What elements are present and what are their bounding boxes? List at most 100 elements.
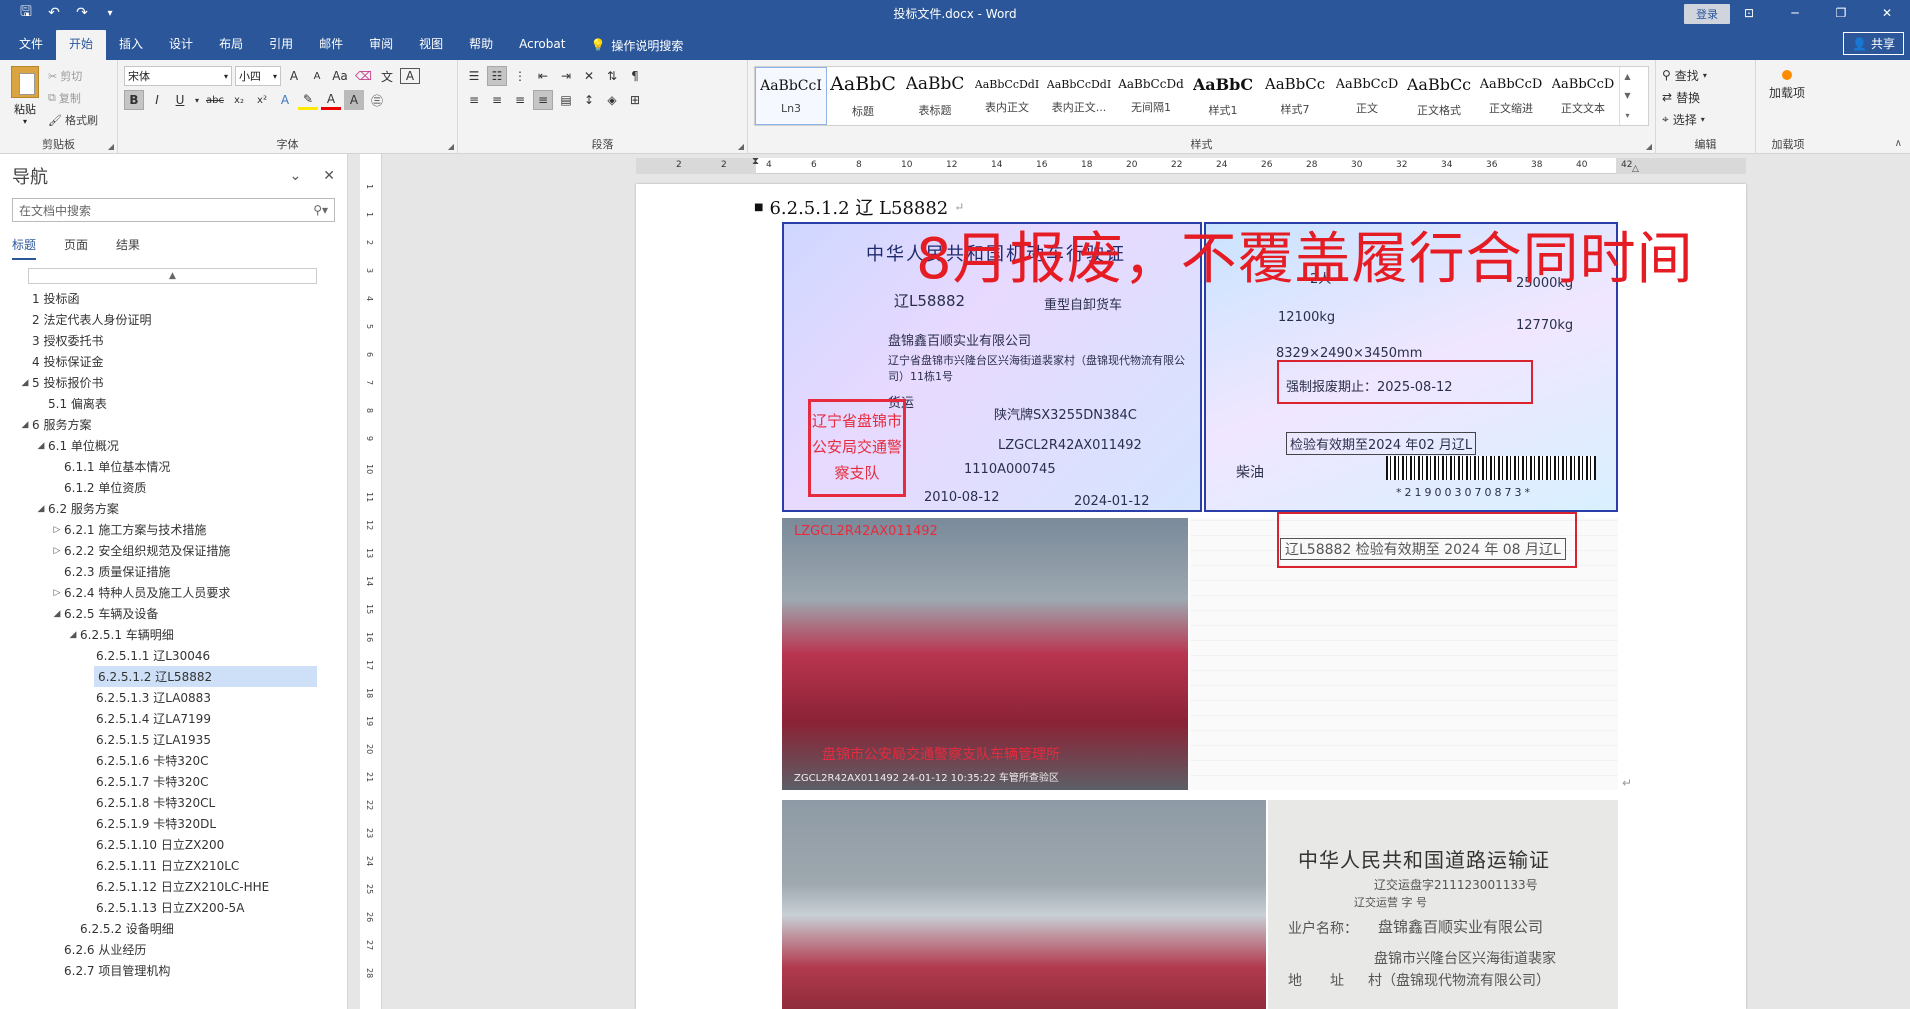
- style-1[interactable]: AaBbCcI Ln3: [755, 67, 827, 125]
- text-effects-icon[interactable]: A: [275, 90, 295, 110]
- font-name-combo[interactable]: 宋体 ▾: [124, 66, 232, 86]
- select-button[interactable]: ⌖ 选择 ▾: [1662, 108, 1749, 130]
- nav-heading-item[interactable]: 6.2.3 质量保证措施: [0, 561, 347, 582]
- nav-options-icon[interactable]: ⌄: [290, 168, 302, 184]
- tab-mailings[interactable]: 邮件: [306, 30, 356, 60]
- font-size-combo[interactable]: 小四 ▾: [235, 66, 281, 86]
- nav-heading-item[interactable]: 6.2.6 从业经历: [0, 939, 347, 960]
- copy-button[interactable]: ⧉ 复制: [48, 88, 98, 108]
- tab-home[interactable]: 开始: [56, 30, 107, 60]
- nav-heading-item[interactable]: 5.1 偏离表: [0, 393, 347, 414]
- tab-references[interactable]: 引用: [256, 30, 306, 60]
- tab-file[interactable]: 文件: [6, 30, 56, 60]
- ribbon-display-icon[interactable]: ⊡: [1726, 0, 1772, 26]
- enclose-char-icon[interactable]: ㊂: [367, 90, 387, 110]
- increase-indent-icon[interactable]: ⇥: [556, 66, 576, 86]
- style-12[interactable]: AaBbCcD 正文文本: [1547, 67, 1619, 125]
- nav-heading-item[interactable]: 6.2.5.1.10 日立ZX200: [0, 834, 347, 855]
- nav-tab-headings[interactable]: 标题: [12, 236, 37, 260]
- nav-heading-item[interactable]: 6.2.5.1.4 辽LA7199: [0, 708, 347, 729]
- tab-layout[interactable]: 布局: [206, 30, 256, 60]
- nav-heading-item[interactable]: 6.2.5.1.2 辽L58882: [94, 666, 317, 687]
- find-button[interactable]: ⚲ 查找 ▾: [1662, 64, 1749, 86]
- numbering-icon[interactable]: ☷: [487, 66, 507, 86]
- nav-heading-item[interactable]: 6.2.5.1.11 日立ZX210LC: [0, 855, 347, 876]
- restore-icon[interactable]: ❐: [1818, 0, 1864, 26]
- nav-heading-item[interactable]: 6.2.5.1.6 卡特320C: [0, 750, 347, 771]
- replace-button[interactable]: ⇄ 替换: [1662, 86, 1749, 108]
- nav-heading-item[interactable]: ▷ 6.2.1 施工方案与技术措施: [0, 519, 347, 540]
- gallery-more-icon[interactable]: ▾: [1625, 111, 1629, 120]
- nav-heading-item[interactable]: ◢ 6.2.5.1 车辆明细: [0, 624, 347, 645]
- tab-acrobat[interactable]: Acrobat: [506, 30, 578, 60]
- sort-icon[interactable]: ⇅: [602, 66, 622, 86]
- nav-heading-item[interactable]: ▷ 6.2.2 安全组织规范及保证措施: [0, 540, 347, 561]
- tab-design[interactable]: 设计: [156, 30, 206, 60]
- nav-heading-item[interactable]: 3 授权委托书: [0, 330, 347, 351]
- redo-icon[interactable]: ↷: [70, 5, 94, 21]
- decrease-indent-icon[interactable]: ⇤: [533, 66, 553, 86]
- nav-heading-item[interactable]: 6.1.1 单位基本情况: [0, 456, 347, 477]
- expand-toggle-icon[interactable]: ◢: [34, 441, 48, 451]
- style-10[interactable]: AaBbCc 正文格式: [1403, 67, 1475, 125]
- nav-heading-item[interactable]: 6.2.5.2 设备明细: [0, 918, 347, 939]
- style-2[interactable]: AaBbC 标题: [827, 67, 899, 125]
- chinese-layout-icon[interactable]: ✕: [579, 66, 599, 86]
- minimize-icon[interactable]: ─: [1772, 0, 1818, 26]
- nav-heading-item[interactable]: ◢ 6.2 服务方案: [0, 498, 347, 519]
- nav-heading-item[interactable]: ◢ 6.1 单位概况: [0, 435, 347, 456]
- addins-button[interactable]: 加载项: [1762, 64, 1812, 100]
- vertical-ruler[interactable]: 1 1 2 3 4 5 6 7 8 9 10 11 12 13 14 15 16 17 18 19 20 21 22 23 24…: [360, 154, 382, 1009]
- shading-icon[interactable]: ◈: [602, 90, 622, 110]
- tab-help[interactable]: 帮助: [456, 30, 506, 60]
- style-9[interactable]: AaBbCcD 正文: [1331, 67, 1403, 125]
- indent-marker-icon[interactable]: ⧗: [752, 156, 759, 167]
- style-8[interactable]: AaBbCc 样式7: [1259, 67, 1331, 125]
- italic-button[interactable]: I: [147, 90, 167, 110]
- borders-icon[interactable]: ⊞: [625, 90, 645, 110]
- nav-heading-item[interactable]: 6.2.5.1.1 辽L30046: [0, 645, 347, 666]
- nav-heading-item[interactable]: 6.2.7 项目管理机构: [0, 960, 347, 981]
- nav-close-icon[interactable]: ✕: [323, 168, 335, 184]
- shrink-font-button[interactable]: A: [307, 66, 327, 86]
- expand-toggle-icon[interactable]: ◢: [18, 420, 32, 430]
- nav-heading-item[interactable]: 1 投标函: [0, 288, 347, 309]
- justify-icon[interactable]: ≡: [533, 90, 553, 110]
- font-color-icon[interactable]: A: [321, 90, 341, 110]
- dialog-launcher-icon[interactable]: ◢: [448, 142, 454, 151]
- nav-heading-item[interactable]: 6.2.5.1.12 日立ZX210LC-HHE: [0, 876, 347, 897]
- bullets-icon[interactable]: ☰: [464, 66, 484, 86]
- nav-heading-item[interactable]: 6.2.5.1.8 卡特320CL: [0, 792, 347, 813]
- format-painter-button[interactable]: 🖌 格式刷: [48, 110, 98, 130]
- phonetic-guide-icon[interactable]: 文: [377, 66, 397, 86]
- dialog-launcher-icon[interactable]: ◢: [738, 142, 744, 151]
- document-page[interactable]: ■ 6.2.5.1.2 辽 L58882 ↵ 中华人民共和国机动车行驶证 辽L5…: [636, 184, 1746, 1009]
- nav-heading-item[interactable]: 2 法定代表人身份证明: [0, 309, 347, 330]
- search-icon[interactable]: ⚲▾: [313, 203, 328, 217]
- tab-insert[interactable]: 插入: [106, 30, 156, 60]
- nav-heading-item[interactable]: ▷ 6.2.4 特种人员及施工人员要求: [0, 582, 347, 603]
- nav-heading-item[interactable]: 6.2.5.1.9 卡特320DL: [0, 813, 347, 834]
- superscript-button[interactable]: x²: [252, 90, 272, 110]
- save-icon[interactable]: 🖫: [14, 1, 38, 25]
- close-icon[interactable]: ✕: [1864, 0, 1910, 26]
- style-3[interactable]: AaBbC 表标题: [899, 67, 971, 125]
- nav-heading-item[interactable]: 4 投标保证金: [0, 351, 347, 372]
- expand-toggle-icon[interactable]: ▷: [50, 546, 64, 556]
- expand-toggle-icon[interactable]: ◢: [66, 630, 80, 640]
- style-11[interactable]: AaBbCcD 正文缩进: [1475, 67, 1547, 125]
- gallery-scroll[interactable]: ▲ ▼ ▾: [1619, 67, 1635, 125]
- expand-toggle-icon[interactable]: ▷: [50, 525, 64, 535]
- expand-toggle-icon[interactable]: ◢: [18, 378, 32, 388]
- cut-button[interactable]: ✂ 剪切: [48, 66, 98, 86]
- nav-heading-item[interactable]: ◢ 6 服务方案: [0, 414, 347, 435]
- change-case-button[interactable]: Aa: [330, 66, 350, 86]
- nav-tab-results[interactable]: 结果: [116, 236, 140, 258]
- bold-button[interactable]: B: [124, 90, 144, 110]
- share-button[interactable]: 👤 共享: [1843, 32, 1904, 55]
- style-5[interactable]: AaBbCcDdI 表内正文...: [1043, 67, 1115, 125]
- undo-icon[interactable]: ↶: [42, 5, 66, 21]
- scroll-down-icon[interactable]: ▼: [1624, 91, 1630, 100]
- line-spacing-icon[interactable]: ↕: [579, 90, 599, 110]
- align-center-icon[interactable]: ≡: [487, 90, 507, 110]
